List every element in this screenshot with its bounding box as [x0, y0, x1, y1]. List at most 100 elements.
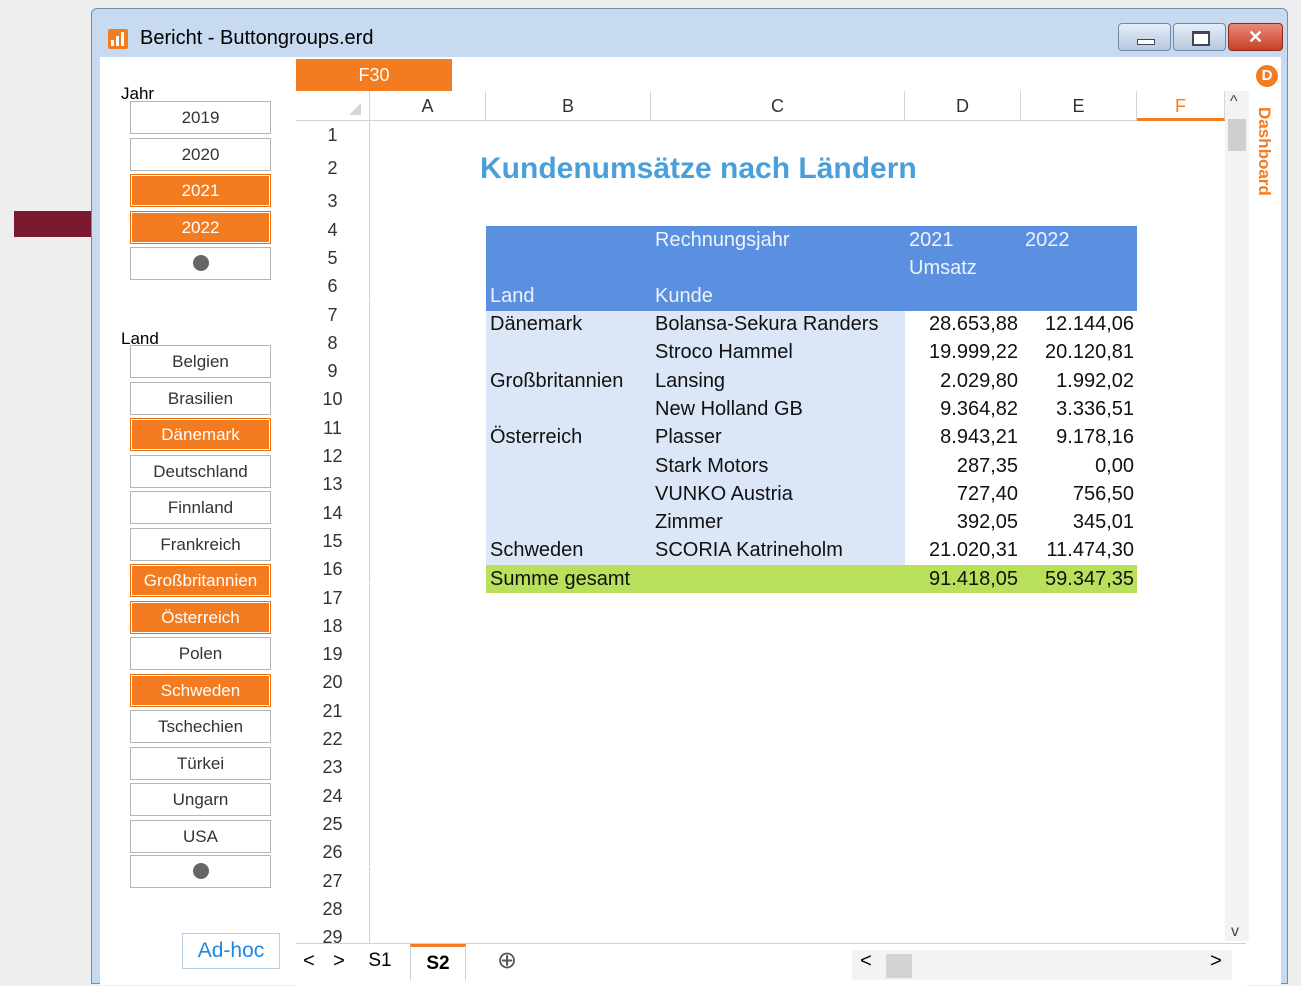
- land-button-brasilien[interactable]: Brasilien: [130, 381, 271, 415]
- row-header[interactable]: 5: [296, 243, 370, 273]
- land-reset-button[interactable]: [130, 855, 271, 888]
- row-header[interactable]: 12: [296, 442, 370, 471]
- table-cell-2022: 756,50: [1072, 482, 1134, 505]
- scroll-right-icon[interactable]: >: [1204, 944, 1228, 980]
- column-header-f[interactable]: F: [1137, 91, 1225, 121]
- land-button-polen[interactable]: Polen: [130, 637, 271, 670]
- land-button-großbritannien[interactable]: Großbritannien: [130, 564, 271, 597]
- table-cell-kunde: Zimmer: [655, 511, 723, 534]
- row-header[interactable]: 27: [296, 866, 370, 895]
- row-header[interactable]: 23: [296, 753, 370, 782]
- land-button-frankreich[interactable]: Frankreich: [130, 527, 271, 561]
- land-button-dänemark[interactable]: Dänemark: [130, 418, 271, 451]
- column-header-c[interactable]: C: [651, 91, 905, 121]
- row-header[interactable]: 7: [296, 300, 370, 329]
- maximize-icon: [1192, 31, 1210, 46]
- maximize-button[interactable]: [1173, 23, 1226, 51]
- table-cell-2021: 392,05: [956, 511, 1018, 534]
- jahr-button-2021[interactable]: 2021: [130, 174, 271, 207]
- row-header[interactable]: 11: [296, 413, 370, 442]
- vertical-scroll-thumb[interactable]: [1228, 119, 1246, 151]
- land-button-schweden[interactable]: Schweden: [130, 673, 271, 707]
- dashboard-tab[interactable]: Dashboard: [1252, 107, 1280, 217]
- table-cell-kunde: New Holland GB: [655, 397, 803, 420]
- tab-prev-icon[interactable]: <: [296, 944, 322, 980]
- row-header[interactable]: 8: [296, 328, 370, 358]
- land-button-österreich[interactable]: Österreich: [130, 600, 271, 634]
- row-header[interactable]: 17: [296, 583, 370, 612]
- row-header[interactable]: 13: [296, 470, 370, 499]
- add-sheet-icon[interactable]: ⊕: [492, 944, 522, 980]
- row-header[interactable]: 19: [296, 640, 370, 669]
- cell-reference-box[interactable]: F30: [296, 59, 452, 91]
- row-header[interactable]: 16: [296, 555, 370, 584]
- row-header[interactable]: 22: [296, 725, 370, 754]
- select-all-corner[interactable]: [296, 91, 370, 121]
- tab-s1[interactable]: S1: [360, 944, 400, 980]
- scroll-down-icon[interactable]: v: [1231, 923, 1239, 941]
- row-header[interactable]: 1: [296, 121, 370, 150]
- row-header[interactable]: 20: [296, 668, 370, 697]
- column-header-d[interactable]: D: [905, 91, 1021, 121]
- row-header[interactable]: 9: [296, 357, 370, 386]
- scroll-left-icon[interactable]: <: [854, 944, 878, 980]
- window-title: Bericht - Buttongroups.erd: [140, 27, 374, 49]
- row-header[interactable]: 29: [296, 923, 370, 946]
- tab-next-icon[interactable]: >: [326, 944, 352, 980]
- total-2021: 91.418,05: [929, 568, 1018, 590]
- row-header[interactable]: 28: [296, 894, 370, 924]
- row-header[interactable]: 2: [296, 149, 370, 188]
- adhoc-button[interactable]: Ad-hoc: [182, 933, 280, 969]
- report-app-icon: [108, 29, 128, 49]
- land-button-türkei[interactable]: Türkei: [130, 746, 271, 780]
- row-header[interactable]: 21: [296, 696, 370, 725]
- report-heading: Kundenumsätze nach Ländern: [480, 152, 917, 185]
- row-header[interactable]: 14: [296, 498, 370, 527]
- land-button-tschechien[interactable]: Tschechien: [130, 710, 271, 743]
- vertical-scrollbar[interactable]: [1225, 91, 1249, 941]
- column-header-a[interactable]: A: [370, 91, 486, 121]
- horizontal-scroll-thumb[interactable]: [886, 954, 912, 978]
- table-cell-2021: 9.364,82: [940, 397, 1018, 420]
- total-label: Summe gesamt: [490, 568, 631, 590]
- row-header[interactable]: 6: [296, 272, 370, 301]
- dashboard-icon[interactable]: D: [1256, 65, 1278, 87]
- row-header[interactable]: 10: [296, 385, 370, 414]
- dashboard-sidebar[interactable]: D Dashboard: [1250, 57, 1281, 985]
- jahr-reset-button[interactable]: [130, 247, 271, 280]
- column-header-b[interactable]: B: [486, 91, 651, 121]
- table-cell-2021: 8.943,21: [940, 426, 1018, 449]
- report-window: Bericht - Buttongroups.erd ✕ Jahr 2019 20…: [91, 8, 1288, 986]
- row-header[interactable]: 3: [296, 187, 370, 216]
- land-button-usa[interactable]: USA: [130, 819, 271, 853]
- jahr-button-2020[interactable]: 2020: [130, 137, 271, 171]
- land-button-deutschland[interactable]: Deutschland: [130, 454, 271, 488]
- table-cell-2022: 20.120,81: [1045, 341, 1134, 364]
- table-cell-kunde: Bolansa-Sekura Randers: [655, 313, 879, 335]
- jahr-button-2022[interactable]: 2022: [130, 210, 271, 244]
- year-2021-header: 2021: [909, 229, 954, 251]
- land-column-header: Land: [490, 285, 535, 307]
- tab-s2[interactable]: S2: [410, 944, 466, 980]
- row-header[interactable]: 26: [296, 838, 370, 867]
- land-button-ungarn[interactable]: Ungarn: [130, 783, 271, 816]
- land-button-finnland[interactable]: Finnland: [130, 491, 271, 524]
- column-header-e[interactable]: E: [1021, 91, 1137, 121]
- row-header[interactable]: 24: [296, 781, 370, 810]
- reset-dot-icon: [192, 255, 209, 272]
- title-bar: Bericht - Buttongroups.erd ✕: [92, 9, 1287, 57]
- row-header[interactable]: 18: [296, 611, 370, 641]
- rechnungsjahr-header: Rechnungsjahr: [655, 229, 790, 251]
- kunde-column-header: Kunde: [655, 285, 713, 307]
- table-cell-land: Schweden: [490, 539, 584, 562]
- close-button[interactable]: ✕: [1228, 23, 1283, 51]
- scroll-up-icon[interactable]: ^: [1230, 93, 1238, 111]
- row-header[interactable]: 25: [296, 809, 370, 839]
- minimize-button[interactable]: [1118, 23, 1171, 51]
- row-header[interactable]: 15: [296, 526, 370, 556]
- table-cell-2021: 21.020,31: [929, 539, 1018, 562]
- row-header[interactable]: 4: [296, 215, 370, 244]
- jahr-button-2019[interactable]: 2019: [130, 101, 271, 134]
- land-button-belgien[interactable]: Belgien: [130, 345, 271, 378]
- table-cell-2021: 28.653,88: [929, 313, 1018, 335]
